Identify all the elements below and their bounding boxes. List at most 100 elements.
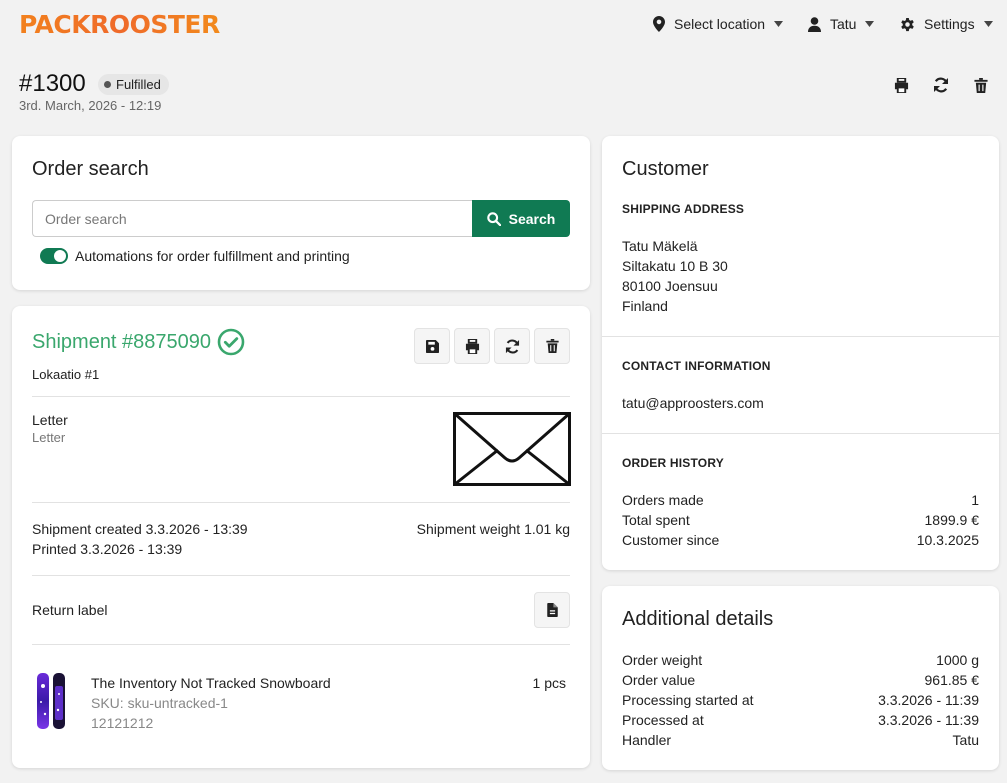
status-dot [104, 81, 111, 88]
product-name: The Inventory Not Tracked Snowboard [91, 675, 331, 691]
select-location-label: Select location [674, 16, 766, 32]
order-search-card: Order search Search Automations for orde… [12, 136, 590, 290]
user-icon [808, 16, 821, 32]
detail-row: Order weight 1000 g [622, 652, 979, 668]
sync-icon [505, 339, 519, 353]
print-order-icon[interactable] [894, 78, 909, 93]
chevron-down-icon [865, 21, 875, 27]
shipment-title: Shipment #8875090 [32, 328, 245, 356]
envelope-icon [453, 412, 571, 486]
history-value: 10.3.2025 [916, 532, 979, 548]
sync-shipment-button[interactable] [494, 328, 530, 364]
chevron-down-icon [983, 21, 993, 27]
order-search-input[interactable] [32, 200, 473, 237]
user-menu[interactable]: Tatu [808, 16, 875, 32]
address-line: Finland [622, 298, 668, 314]
address-line: Siltakatu 10 B 30 [622, 258, 728, 274]
package-type: Letter [32, 412, 68, 428]
search-button[interactable]: Search [472, 200, 570, 237]
select-location-menu[interactable]: Select location [653, 16, 784, 32]
product-sku: SKU: sku-untracked-1 [91, 695, 228, 711]
map-pin-icon [653, 16, 665, 32]
divider [32, 396, 570, 397]
print-shipment-button[interactable] [454, 328, 490, 364]
detail-row: Processing started at 3.3.2026 - 11:39 [622, 692, 979, 708]
order-history-heading: ORDER HISTORY [622, 456, 724, 470]
address-line: Tatu Mäkelä [622, 238, 698, 254]
detail-value: 1000 g [936, 652, 979, 668]
shipment-printed: Printed 3.3.2026 - 13:39 [32, 541, 183, 557]
shipment-location: Lokaatio #1 [32, 367, 100, 382]
product-quantity: 1 pcs [532, 675, 566, 691]
top-bar: PACKROOSTER Select location Tatu Setting… [0, 0, 1007, 52]
customer-email[interactable]: tatu@approosters.com [622, 395, 764, 411]
shipment-weight: Shipment weight 1.01 kg [416, 521, 570, 537]
customer-card: Customer SHIPPING ADDRESS Tatu Mäkelä Si… [602, 136, 999, 570]
search-icon [486, 211, 501, 226]
settings-menu[interactable]: Settings [900, 16, 993, 32]
divider [32, 575, 570, 576]
automations-toggle-label: Automations for order fulfillment and pr… [75, 248, 350, 264]
divider [32, 644, 570, 645]
user-name-label: Tatu [830, 16, 857, 32]
delete-order-icon[interactable] [974, 78, 988, 93]
toggle-knob [54, 250, 66, 262]
shipment-created: Shipment created 3.3.2026 - 13:39 [32, 521, 248, 537]
search-button-label: Search [508, 210, 556, 227]
shipment-title-text: Shipment #8875090 [32, 330, 212, 353]
history-value: 1899.9 € [924, 512, 980, 528]
detail-label: Order weight [622, 652, 703, 668]
save-shipment-button[interactable] [414, 328, 450, 364]
return-label-text: Return label [32, 602, 108, 618]
detail-label: Handler [622, 732, 672, 748]
additional-details-card: Additional details Order weight 1000 g O… [602, 586, 999, 770]
shipping-address-heading: SHIPPING ADDRESS [622, 202, 745, 216]
status-badge: Fulfilled [98, 74, 169, 95]
detail-label: Order value [622, 672, 696, 688]
detail-row: Processed at 3.3.2026 - 11:39 [622, 712, 979, 728]
history-value: 1 [971, 492, 979, 508]
detail-value: Tatu [952, 732, 979, 748]
delete-shipment-button[interactable] [534, 328, 570, 364]
trash-icon [545, 339, 559, 353]
document-icon [546, 603, 558, 617]
gear-icon [901, 17, 914, 31]
divider [602, 336, 999, 337]
sync-order-icon[interactable] [933, 77, 949, 93]
package-subtype: Letter [32, 430, 66, 445]
detail-value: 961.85 € [924, 672, 980, 688]
history-row: Orders made 1 [622, 492, 979, 508]
settings-label: Settings [924, 16, 975, 32]
automations-toggle[interactable] [40, 248, 68, 264]
order-search-title: Order search [32, 158, 149, 180]
detail-value: 3.3.2026 - 11:39 [878, 692, 979, 708]
chevron-down-icon [774, 21, 784, 27]
divider [602, 433, 999, 434]
history-row: Customer since 10.3.2025 [622, 532, 979, 548]
history-label: Customer since [622, 532, 720, 548]
contact-info-heading: CONTACT INFORMATION [622, 359, 771, 373]
product-code: 12121212 [91, 715, 154, 731]
shipment-card: Shipment #8875090 Lokaatio #1 Letter Let… [12, 306, 590, 768]
packrooster-logo[interactable]: PACKROOSTER [19, 10, 220, 40]
customer-title: Customer [622, 158, 709, 180]
status-label: Fulfilled [116, 77, 161, 92]
detail-value: 3.3.2026 - 11:39 [878, 712, 979, 728]
additional-details-title: Additional details [622, 608, 774, 630]
detail-row: Order value 961.85 € [622, 672, 979, 688]
history-label: Total spent [622, 512, 690, 528]
detail-row: Handler Tatu [622, 732, 979, 748]
check-circle-icon [217, 328, 245, 356]
address-line: 80100 Joensuu [622, 278, 718, 294]
order-number: #1300 [19, 70, 86, 97]
divider [32, 502, 570, 503]
save-icon [425, 339, 439, 353]
return-label-button[interactable] [534, 592, 570, 628]
print-icon [465, 338, 479, 354]
detail-label: Processing started at [622, 692, 754, 708]
snowboard-product-image [37, 673, 65, 729]
history-label: Orders made [622, 492, 704, 508]
detail-label: Processed at [622, 712, 704, 728]
history-row: Total spent 1899.9 € [622, 512, 979, 528]
order-date: 3rd. March, 2026 - 12:19 [19, 98, 162, 113]
